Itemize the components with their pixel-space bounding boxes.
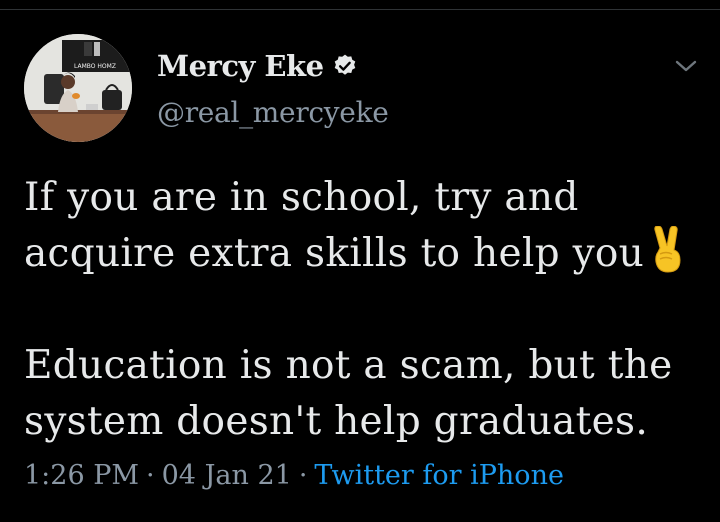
profile-photo: LAMBO HOMZ — [24, 34, 132, 142]
author-name-row[interactable]: Mercy Eke — [157, 46, 358, 86]
tweet-line-text: acquire extra skills to help you — [24, 231, 645, 276]
tweet-source-link[interactable]: Twitter for iPhone — [314, 460, 564, 491]
victory-hand-emoji — [654, 226, 681, 273]
display-name[interactable]: Mercy Eke — [157, 49, 324, 83]
avatar[interactable]: LAMBO HOMZ — [24, 34, 132, 142]
chevron-down-icon[interactable] — [674, 54, 698, 78]
tweet-date[interactable]: 04 Jan 21 — [162, 460, 292, 491]
tweet-time[interactable]: 1:26 PM — [24, 460, 139, 491]
user-handle[interactable]: @real_mercyeke — [157, 96, 389, 129]
tweet-line: system doesn't help graduates. — [24, 399, 649, 444]
meta-separator: · — [146, 460, 155, 491]
meta-separator: · — [298, 460, 308, 491]
tweet-line: acquire extra skills to help you — [24, 226, 704, 282]
tweet-text: If you are in school, try and acquire ex… — [24, 170, 704, 450]
tweet-meta: 1:26 PM · 04 Jan 21 · Twitter for iPhone — [24, 460, 564, 491]
top-divider — [0, 9, 720, 10]
verified-badge-icon — [334, 54, 355, 75]
tweet-line: Education is not a scam, but the — [24, 343, 673, 388]
tweet-line: If you are in school, try and — [24, 175, 579, 220]
avatar-sign-text: LAMBO HOMZ — [74, 63, 116, 70]
